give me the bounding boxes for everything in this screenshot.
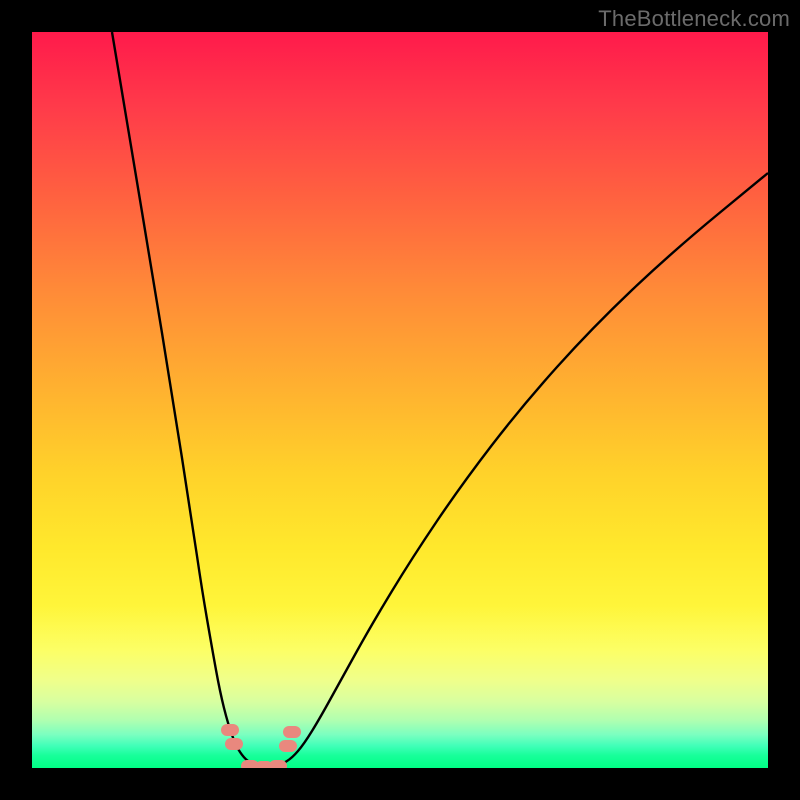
marker-valley-right xyxy=(269,760,287,768)
marker-right-pair-top xyxy=(283,726,301,738)
bottleneck-curve xyxy=(112,32,768,767)
data-markers xyxy=(221,724,301,768)
marker-left-pair-bottom xyxy=(225,738,243,750)
plot-area xyxy=(32,32,768,768)
marker-left-pair-top xyxy=(221,724,239,736)
curve-layer xyxy=(32,32,768,768)
watermark-text: TheBottleneck.com xyxy=(598,6,790,32)
curve-right-branch xyxy=(282,173,768,764)
chart-frame: TheBottleneck.com xyxy=(0,0,800,800)
curve-left-branch xyxy=(112,32,252,764)
marker-right-pair-bottom xyxy=(279,740,297,752)
